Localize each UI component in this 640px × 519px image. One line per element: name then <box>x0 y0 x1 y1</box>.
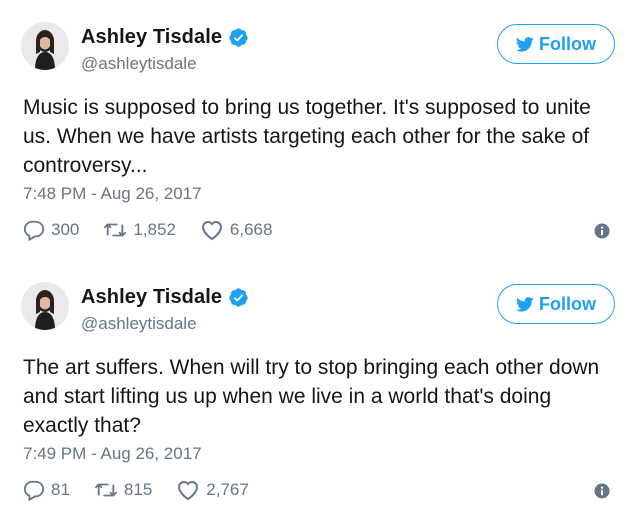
follow-label: Follow <box>539 33 596 54</box>
reply-button[interactable]: 300 <box>23 219 79 241</box>
retweet-button[interactable]: 1,852 <box>103 219 176 241</box>
avatar[interactable] <box>21 22 69 70</box>
like-count: 2,767 <box>206 480 249 499</box>
reply-button[interactable]: 81 <box>23 479 70 501</box>
heart-icon <box>178 481 199 501</box>
twitter-bird-icon <box>516 296 534 312</box>
heart-icon <box>201 221 222 241</box>
tweet-text: The art suffers. When will try to stop b… <box>23 356 600 437</box>
reply-icon <box>23 480 45 501</box>
follow-label: Follow <box>539 293 596 314</box>
like-button[interactable]: 6,668 <box>200 219 273 241</box>
info-icon[interactable] <box>594 223 610 239</box>
like-count: 6,668 <box>229 220 273 239</box>
retweet-icon <box>104 223 127 237</box>
follow-button[interactable]: Follow <box>497 284 615 324</box>
tweet-card: Ashley Tisdale @ashleytisdale Follow Mus… <box>0 0 640 259</box>
retweet-count: 1,852 <box>133 220 176 239</box>
avatar[interactable] <box>21 282 69 330</box>
reply-count: 81 <box>51 480 70 499</box>
follow-button[interactable]: Follow <box>497 24 615 64</box>
retweet-button[interactable]: 815 <box>94 479 152 501</box>
retweet-icon <box>94 483 117 497</box>
tweet-actions: 300 1,852 6,668 <box>23 219 296 241</box>
tweet-card: Ashley Tisdale @ashleytisdale Follow The… <box>0 260 640 519</box>
reply-count: 300 <box>51 220 80 239</box>
verified-badge-icon <box>229 28 248 47</box>
verified-badge-icon <box>229 288 248 307</box>
info-icon[interactable] <box>594 483 610 499</box>
author-name[interactable]: Ashley Tisdale <box>81 26 222 49</box>
author-handle[interactable]: @ashleytisdale <box>81 314 197 334</box>
like-button[interactable]: 2,767 <box>176 479 249 501</box>
tweet-text: Music is supposed to bring us together. … <box>23 96 591 177</box>
tweet-timestamp[interactable]: 7:49 PM - Aug 26, 2017 <box>23 444 202 464</box>
author-name[interactable]: Ashley Tisdale <box>81 286 222 309</box>
retweet-count: 815 <box>123 480 153 499</box>
author-handle[interactable]: @ashleytisdale <box>81 54 197 74</box>
reply-icon <box>23 220 45 241</box>
tweet-timestamp[interactable]: 7:48 PM - Aug 26, 2017 <box>23 184 202 204</box>
twitter-bird-icon <box>516 36 534 52</box>
tweet-actions: 81 815 2,767 <box>23 479 273 501</box>
